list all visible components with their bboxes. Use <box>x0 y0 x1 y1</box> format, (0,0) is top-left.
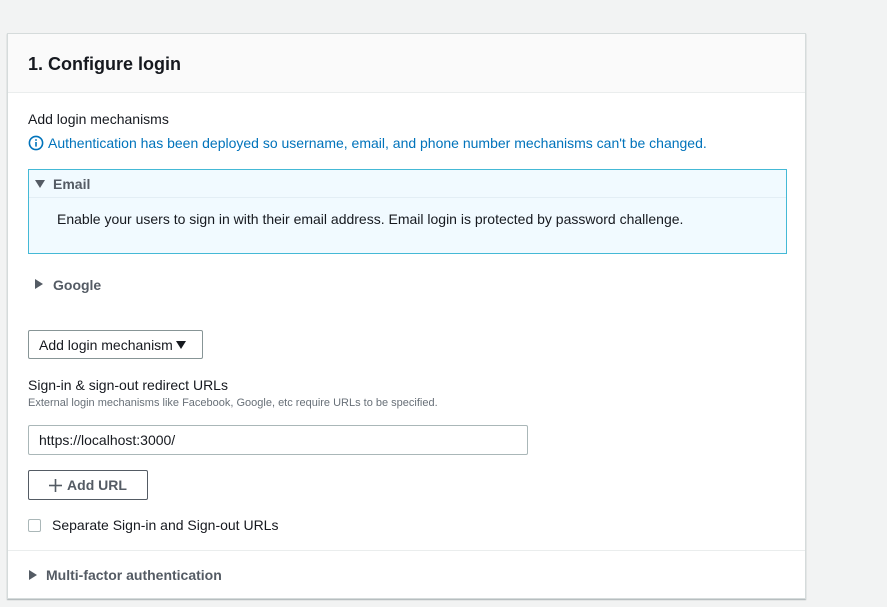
separate-urls-option: Separate Sign-in and Sign-out URLs <box>28 516 278 534</box>
google-mechanism-title: Google <box>53 277 102 293</box>
add-url-label: Add URL <box>67 477 127 493</box>
login-mechanisms-label: Add login mechanisms <box>28 111 169 127</box>
email-mechanism-description: Enable your users to sign in with their … <box>57 211 684 227</box>
section-divider <box>8 550 805 551</box>
mfa-section-header[interactable]: Multi-factor authentication <box>28 564 288 586</box>
redirect-urls-label: Sign-in & sign-out redirect URLs <box>28 377 228 393</box>
configure-login-panel: 1. Configure login Add login mechanisms … <box>7 33 806 599</box>
google-mechanism-header[interactable]: Google <box>28 274 228 296</box>
add-url-button[interactable]: Add URL <box>28 470 148 500</box>
info-icon <box>28 135 44 151</box>
caret-right-icon <box>35 279 43 289</box>
caret-down-icon <box>35 180 45 188</box>
email-mechanism-header[interactable]: Email <box>29 170 786 198</box>
panel-title: 1. Configure login <box>28 54 181 74</box>
add-login-mechanism-dropdown[interactable]: Add login mechanism <box>28 330 203 359</box>
mfa-title: Multi-factor authentication <box>46 567 222 583</box>
add-login-mechanism-label: Add login mechanism <box>39 336 173 353</box>
info-alert: Authentication has been deployed so user… <box>28 134 707 152</box>
caret-right-icon <box>29 570 37 580</box>
panel-header: 1. Configure login <box>8 34 805 93</box>
email-mechanism-section: Email Enable your users to sign in with … <box>28 169 787 254</box>
plus-icon <box>49 478 63 492</box>
separate-urls-label[interactable]: Separate Sign-in and Sign-out URLs <box>52 516 278 534</box>
redirect-urls-hint: External login mechanisms like Facebook,… <box>28 397 438 409</box>
email-mechanism-title: Email <box>53 176 91 192</box>
info-text: Authentication has been deployed so user… <box>48 135 707 151</box>
redirect-url-input[interactable] <box>28 425 528 455</box>
caret-down-icon <box>175 340 186 349</box>
separate-urls-checkbox[interactable] <box>28 518 41 532</box>
